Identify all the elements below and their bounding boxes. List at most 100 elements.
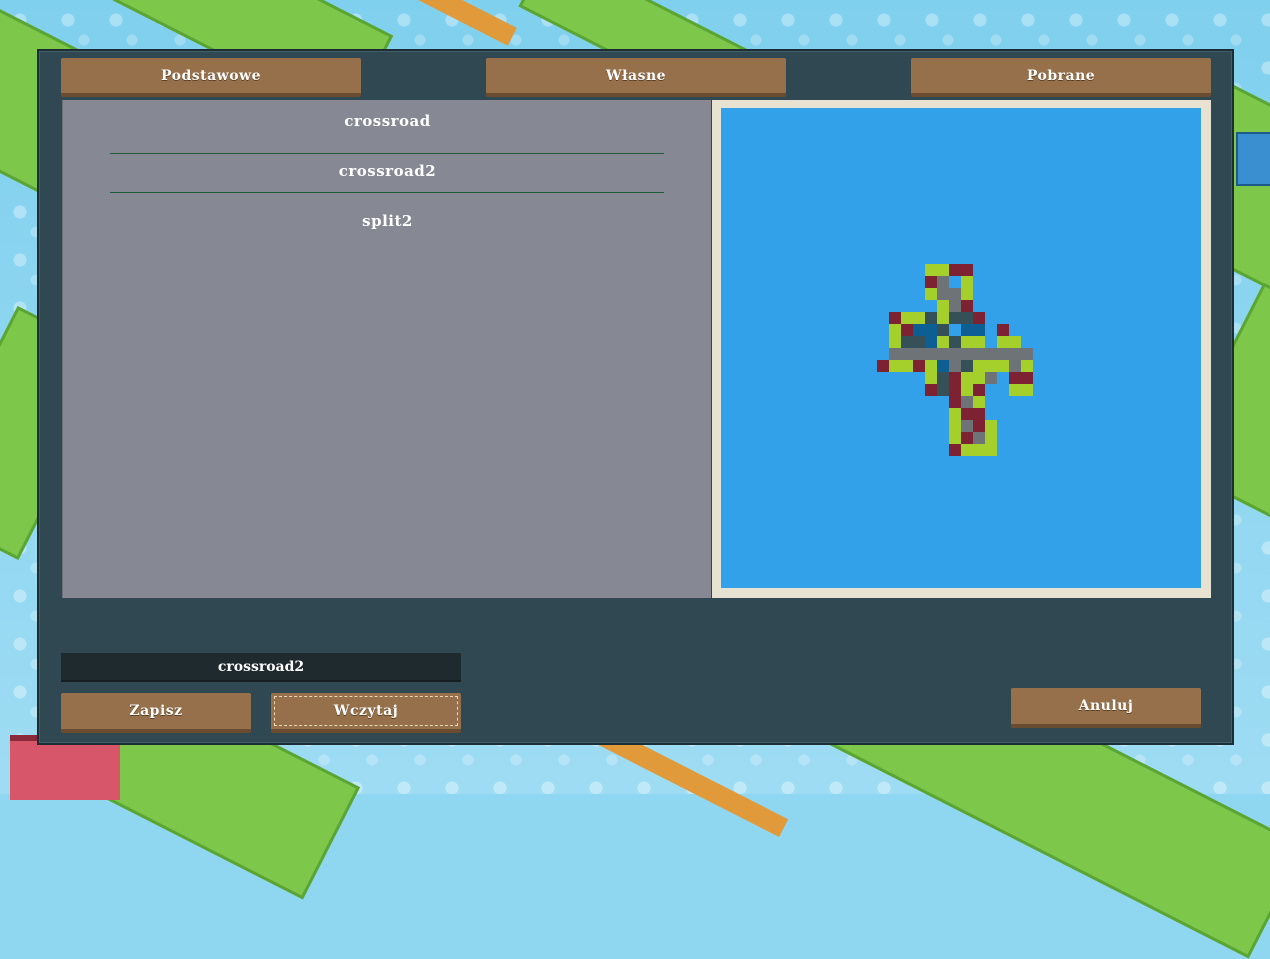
preview-tile: [913, 336, 925, 348]
preview-tile: [937, 312, 949, 324]
preview-tile: [1021, 384, 1033, 396]
preview-tile: [949, 432, 961, 444]
preview-tile: [973, 360, 985, 372]
preview-tile: [925, 384, 937, 396]
tab-wlasne[interactable]: Własne: [486, 58, 786, 97]
preview-tile: [985, 420, 997, 432]
preview-tile: [973, 384, 985, 396]
preview-tile: [949, 288, 961, 300]
preview-tile: [949, 372, 961, 384]
preview-tile: [877, 360, 889, 372]
preview-tile: [913, 360, 925, 372]
preview-tile: [961, 336, 973, 348]
preview-frame: [712, 100, 1211, 598]
preview-tile: [937, 300, 949, 312]
station-building: [1236, 132, 1270, 186]
preview-tile: [961, 396, 973, 408]
preview-tile: [985, 348, 997, 360]
preview-tile: [901, 336, 913, 348]
preview-tile: [949, 396, 961, 408]
preview-tile: [961, 360, 973, 372]
list-item-crossroad[interactable]: crossroad: [63, 112, 712, 130]
preview-tile: [961, 276, 973, 288]
preview-tile: [901, 348, 913, 360]
preview-tile: [925, 276, 937, 288]
preview-tile: [961, 372, 973, 384]
preview-tile: [925, 372, 937, 384]
preview-tile: [961, 288, 973, 300]
preview-tile: [961, 444, 973, 456]
preview-tile: [1021, 348, 1033, 360]
preview-tile: [949, 420, 961, 432]
preview-tile: [901, 324, 913, 336]
preview-tile: [937, 288, 949, 300]
preview-tile: [973, 336, 985, 348]
preview-tile: [937, 372, 949, 384]
preview-tile: [985, 432, 997, 444]
preview-tile: [949, 360, 961, 372]
preview-tile: [901, 360, 913, 372]
save-button[interactable]: Zapisz: [61, 693, 251, 733]
preview-tile: [949, 384, 961, 396]
preview-tile: [937, 384, 949, 396]
preview-tile: [937, 360, 949, 372]
road-strip: [383, 0, 517, 46]
preview-tile: [1009, 348, 1021, 360]
tab-podstawowe[interactable]: Podstawowe: [61, 58, 361, 97]
preview-tile: [1021, 360, 1033, 372]
preview-tile: [949, 408, 961, 420]
load-button[interactable]: Wczytaj: [271, 693, 461, 733]
preview-tile: [949, 444, 961, 456]
preview-tile: [973, 372, 985, 384]
preview-tile: [1009, 360, 1021, 372]
preview-tile: [913, 324, 925, 336]
preview-tile: [973, 324, 985, 336]
preview-tile: [961, 324, 973, 336]
preview-tile: [949, 348, 961, 360]
preview-tile: [973, 312, 985, 324]
preview-tile: [961, 300, 973, 312]
preview-tile: [973, 408, 985, 420]
preview-tile: [1009, 384, 1021, 396]
preview-tile: [973, 396, 985, 408]
preview-tile: [925, 312, 937, 324]
preview-tile: [913, 312, 925, 324]
list-separator: [110, 192, 664, 193]
preview-tile: [913, 348, 925, 360]
preview-tile: [949, 336, 961, 348]
preview-tile: [985, 444, 997, 456]
template-name-input[interactable]: [61, 653, 461, 682]
preview-tile: [985, 360, 997, 372]
list-separator: [110, 153, 664, 154]
preview-tile: [925, 288, 937, 300]
preview-tile: [937, 276, 949, 288]
cancel-button[interactable]: Anuluj: [1011, 688, 1201, 728]
preview-tile: [973, 420, 985, 432]
preview-tile: [1021, 372, 1033, 384]
preview-tile: [925, 336, 937, 348]
preview-tile: [937, 348, 949, 360]
preview-tile: [985, 372, 997, 384]
preview-tile: [937, 264, 949, 276]
list-item-crossroad2[interactable]: crossroad2: [63, 162, 712, 180]
preview-tile: [997, 348, 1009, 360]
preview-tile: [925, 348, 937, 360]
preview-tile: [949, 312, 961, 324]
preview-tile: [1009, 372, 1021, 384]
preview-tile: [889, 324, 901, 336]
preview-tile: [961, 348, 973, 360]
template-list[interactable]: crossroad crossroad2 split2: [62, 100, 711, 598]
preview-tile: [973, 348, 985, 360]
preview-tile: [973, 432, 985, 444]
preview-tile: [937, 336, 949, 348]
preview-tile: [961, 312, 973, 324]
preview-tile: [961, 432, 973, 444]
preview-tile: [949, 300, 961, 312]
list-item-split2[interactable]: split2: [63, 212, 712, 230]
preview-tile: [925, 264, 937, 276]
tab-pobrane[interactable]: Pobrane: [911, 58, 1211, 97]
preview-tile: [901, 312, 913, 324]
preview-tile: [973, 444, 985, 456]
preview-tile: [961, 408, 973, 420]
preview-tile: [961, 420, 973, 432]
